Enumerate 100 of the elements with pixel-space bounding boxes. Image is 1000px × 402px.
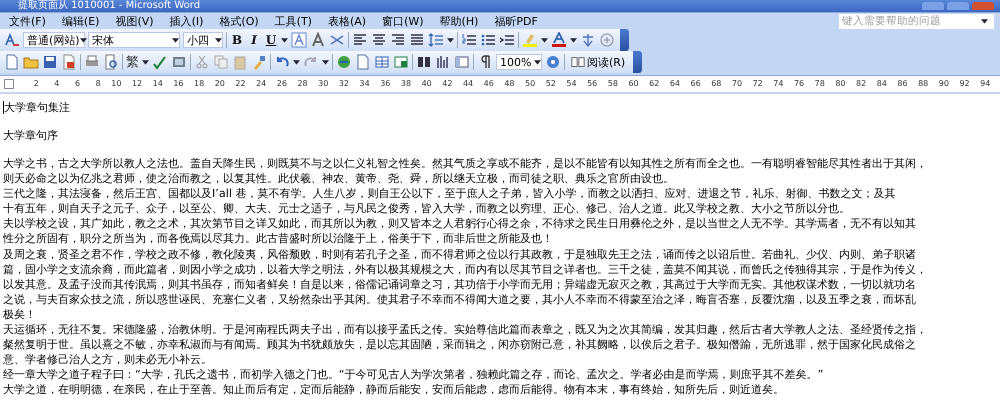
ruler-number: 40 [420,79,433,89]
ruler-number: 76 [792,79,806,89]
ruler-number: 62 [648,79,660,89]
ruler-number: 56 [586,79,598,89]
ruler-number: 60 [627,79,640,89]
ruler-number: 74 [772,79,784,89]
align-center-icon[interactable] [371,32,387,48]
ruler-number: 66 [690,79,702,89]
menu-item[interactable]: 文件(F) [6,12,52,30]
ruler-number: 18 [193,79,206,89]
ruler-number: 12 [130,79,144,89]
cut-icon[interactable] [194,54,210,70]
book-icon [571,55,585,69]
bold-button[interactable]: B [230,33,244,47]
justify-icon[interactable] [409,32,425,48]
toolbar-options-handle[interactable] [633,51,642,73]
line-spacing-icon[interactable] [428,32,444,48]
ruler-number: 80 [834,79,846,89]
ruler-number: 52 [544,79,557,89]
ruler-number: 42 [441,79,454,89]
new-document-icon[interactable] [4,54,20,70]
font-size-dropdown[interactable]: 小四 [183,32,223,48]
ruler-number: 30 [317,79,330,89]
ruler-number: 6 [74,79,82,89]
text-line: 极矣！ [3,306,36,322]
format-painter-icon[interactable] [251,54,267,70]
menu-item[interactable]: 插入(I) [166,12,210,30]
help-search-field[interactable]: 键入需要帮助的问题 [839,14,994,28]
ruler-number: 26 [276,79,288,89]
text-cursor [3,101,4,114]
ruler-number: 32 [338,79,350,89]
ruler-number: 10 [110,79,122,89]
ruler-number: 2 [32,79,40,89]
bulleted-list-icon[interactable] [480,32,496,48]
styles-icon[interactable] [4,32,20,48]
text-line: 经一章大学之道子程子曰：“大学，孔氏之遗书，而初学入德之门也。“于今可见古人为学次第者，独赖此篇之存，而论、孟次之。学者必由是而学焉，则庶乎其不差矣。” [3,367,824,382]
menu-item[interactable]: 表格(A) [324,12,372,30]
text-line: 及周之衰，贤圣之君不作，学校之政不修，教化陵夷，风俗颓败，时则有若孔子之圣，而不得君师之位以行其政教，于是独取先王之法，诵而传之以诏后世。若曲礼、少仪、内则、弟子职诸 [3,246,916,262]
text-line: 大学之书，古之大学所以教人之法也。盖自天降生民，则既莫不与之以仁义礼智之性矣。然其气质之享或不能齐，是以不能皆有以知其性之所有而全之也。一有聪明睿智能尽其性者出于其闲， [3,156,927,172]
menu-item[interactable]: 帮助(H) [436,12,484,30]
align-left-icon[interactable] [352,32,368,48]
menu-item[interactable]: 工具(T) [272,12,318,30]
text-line: 以发其意。及孟子没而其传泯焉，则其书虽存，而知者鲜矣！自是以来，俗儒记诵词章之习，其功倍于小学而无用；异端虚无寂灭之教，其高过于大学而无实。其他权谋术数，一切以就功名 [3,276,916,292]
ruler-number: 8 [94,79,102,89]
align-right-icon[interactable] [390,32,406,48]
text-line: 夫以学校之设，其广如此，教之之术，其次第节目之详又如此，而其所以为教，则又皆本之人君躬行心得之余，不待求之民生日用彝伦之外，是以当世之人无不学。其学焉者，无不有以知其 [3,216,916,232]
phonetic-guide-icon[interactable] [580,32,596,48]
tab-selector-icon[interactable] [4,79,14,89]
document-subtitle: 大学章句序 [3,128,58,143]
ruler-number: 68 [710,79,722,89]
ruler-number: 78 [814,79,826,89]
menu-item[interactable]: 视图(V) [112,12,160,30]
text-line: 则天必命之以为亿兆之君师，使之治而教之，以复其性。此伏羲、神农、黄帝、尧、舜，所以继天立极，而司徒之职、典乐之官所由设也。 [3,171,674,186]
document-map-icon[interactable] [454,54,470,70]
ruler-number: 86 [896,79,909,89]
zoom-dropdown[interactable]: 100% [496,54,542,70]
insert-spreadsheet-icon[interactable] [393,54,409,70]
spelling-icon[interactable] [152,54,168,70]
ruler-number: 22 [234,79,247,89]
save-icon[interactable] [42,54,58,70]
underline-button[interactable]: U [264,33,278,47]
font-color-icon[interactable] [551,32,567,48]
ruler-number: 58 [606,79,619,89]
ruler-number: 82 [855,79,868,89]
menu-item[interactable]: 窗口(W) [379,12,430,30]
ruler-number: 70 [730,79,744,89]
text-line: 性分之所固有，职分之所当为，而各俛焉以尽其力。此古昔盛时所以治隆于上，俗美于下，而非后世之所能及也！ [3,231,553,247]
text-line: 篇，固小学之支流余裔，而此篇者，则因小学之成功，以着大学之明法，外有以极其规模之大，而内有以尽其节目之详者也。三千之徒，盖莫不闻其说，而曾氏之传独得其宗，于是作为传义， [3,262,927,277]
menu-item[interactable]: 格式(O) [216,12,265,30]
text-line: 三代之隆，其法寖备，然后王宫、国都以及I’all 巷，莫不有学。人生八岁，则自王公以下，至于庶人之子弟，皆入小学，而教之以洒扫、应对、进退之节，礼乐、射御、书数之文；及其 [3,186,896,202]
style-dropdown[interactable]: 普通(网站) [23,32,85,48]
ruler-number: 44 [462,79,474,89]
ruler-number: 54 [565,79,578,89]
ruler-number: 90 [938,79,950,89]
font-dropdown[interactable]: 宋体 [88,32,180,48]
columns-icon[interactable] [416,54,432,70]
enclosed-character-icon[interactable] [599,32,615,48]
menu-item[interactable]: 编辑(E) [58,12,106,30]
text-line: 意、学者修己治人之方，则未必无小补云。 [3,352,212,368]
toolbar-options-handle[interactable] [620,29,629,51]
text-line: 大学之道，在明明德，在亲民，在止于至善。知止而后有定，定而后能静，静而后能安，安而后能虑，虑而后能得。物有本末，事有终始，知所先后，则近道矣。 [3,382,784,398]
ruler-number: 64 [668,79,681,89]
ruler-number: 16 [172,79,184,89]
traditional-chinese-button[interactable]: 繁 [126,53,139,71]
text-line: 天运循环，无往不复。宋德隆盛，治教休明。于是河南程氏两夫子出，而有以接乎孟氏之传。实始尊信此篇而表章之，既又为之次其简编，发其归趣，然后古者大学教人之法、圣经贤传之指， [3,322,927,338]
permission-icon[interactable] [61,54,77,70]
ruler-number: 48 [503,79,516,89]
insert-table-icon[interactable] [374,54,390,70]
drawing-icon[interactable] [435,54,451,70]
character-shading-icon[interactable] [310,32,326,48]
menu-item[interactable]: 福昕PDF [491,12,544,30]
ruler-number: 14 [152,79,164,89]
read-button[interactable]: 阅读(R) [568,54,628,70]
window-title: 提取页面从 1010001 - Microsoft Word [18,0,200,12]
ruler-number: 20 [214,79,226,89]
ruler-number: 84 [876,79,888,89]
ruler-number: 72 [752,79,764,89]
print-preview-icon[interactable] [103,54,119,70]
italic-button[interactable]: I [247,33,261,47]
text-line: 十有五年，则自天子之元子、众子，以至公、卿、大夫、元士之适子，与凡民之俊秀，皆入大学，而教之以穷理、正心、修己、治人之道。此又学校之教、大小之节所以分也。 [3,201,850,216]
